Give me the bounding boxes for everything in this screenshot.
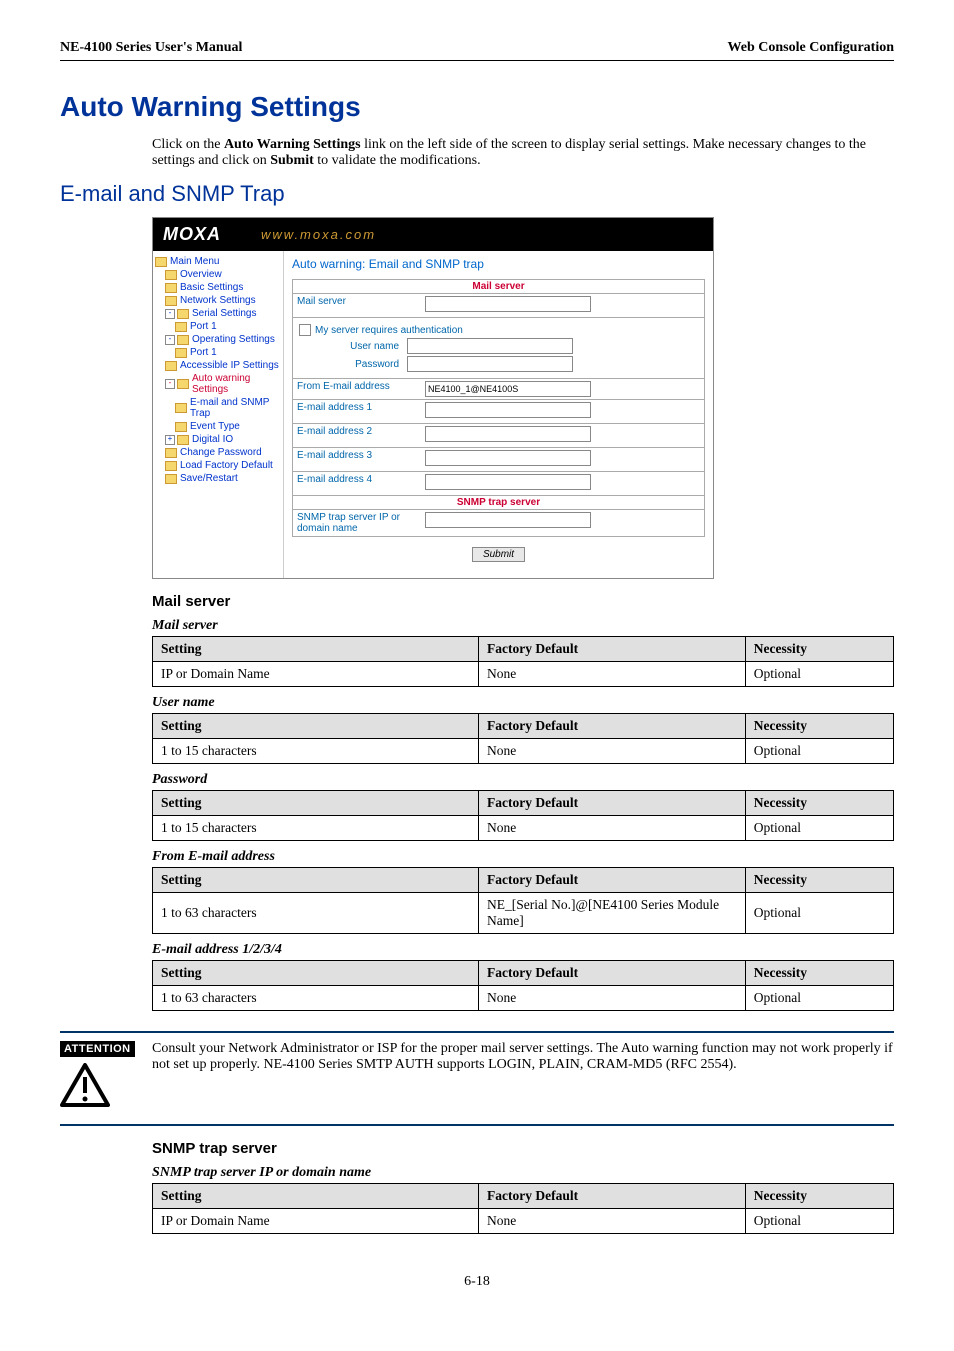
nav-network[interactable]: Network Settings <box>165 294 281 307</box>
page-number: 6-18 <box>60 1274 894 1290</box>
caption-emailaddr: E-mail address 1/2/3/4 <box>152 942 894 958</box>
input-e3[interactable] <box>425 450 591 466</box>
h3-snmp: SNMP trap server <box>152 1140 894 1157</box>
checkbox-auth[interactable] <box>299 324 311 336</box>
lbl-auth: My server requires authentication <box>315 325 463 336</box>
table-password: SettingFactory DefaultNecessity 1 to 15 … <box>152 790 894 841</box>
header-left: NE-4100 Series User's Manual <box>60 40 242 56</box>
caption-mailserver: Mail server <box>152 618 894 634</box>
folder-icon <box>165 296 177 306</box>
lbl-from: From E-mail address <box>293 379 421 399</box>
input-snmpip[interactable] <box>425 512 591 528</box>
nav-loadfactory[interactable]: Load Factory Default <box>165 459 281 472</box>
header-right: Web Console Configuration <box>728 40 894 56</box>
table-row: IP or Domain NameNoneOptional <box>153 1209 894 1234</box>
input-e1[interactable] <box>425 402 591 418</box>
console-screenshot: MOXA www.moxa.com Main Menu Overview Bas… <box>152 217 714 579</box>
nav-eventtype[interactable]: Event Type <box>175 420 281 433</box>
table-snmp: SettingFactory DefaultNecessity IP or Do… <box>152 1183 894 1234</box>
caption-username: User name <box>152 695 894 711</box>
section-mail-hdr: Mail server <box>292 279 705 294</box>
nav-serial[interactable]: -Serial Settings <box>165 307 281 320</box>
folder-icon <box>165 361 177 371</box>
folder-icon <box>165 270 177 280</box>
table-row: 1 to 63 charactersNoneOptional <box>153 986 894 1011</box>
folder-icon <box>175 348 187 358</box>
logo: MOXA <box>163 224 221 245</box>
table-row: 1 to 15 charactersNoneOptional <box>153 816 894 841</box>
attention-label: ATTENTION <box>60 1041 135 1057</box>
folder-icon <box>165 448 177 458</box>
collapse-icon[interactable]: - <box>165 335 175 345</box>
folder-icon <box>165 474 177 484</box>
expand-icon[interactable]: + <box>165 435 175 445</box>
nav-emailtrap[interactable]: E-mail and SNMP Trap <box>175 396 281 420</box>
table-mailserver: SettingFactory DefaultNecessity IP or Do… <box>152 636 894 687</box>
page-header: NE-4100 Series User's Manual Web Console… <box>60 40 894 61</box>
nav-saverestart[interactable]: Save/Restart <box>165 472 281 485</box>
lbl-e2: E-mail address 2 <box>293 424 421 447</box>
input-pass[interactable] <box>407 356 573 372</box>
caption-snmp: SNMP trap server IP or domain name <box>152 1165 894 1181</box>
folder-icon <box>165 283 177 293</box>
folder-icon <box>177 335 189 345</box>
nav-main[interactable]: Main Menu <box>155 255 281 268</box>
table-fromemail: SettingFactory DefaultNecessity 1 to 63 … <box>152 867 894 934</box>
h3-mailserver: Mail server <box>152 593 894 610</box>
collapse-icon[interactable]: - <box>165 309 175 319</box>
nav-operating[interactable]: -Operating Settings <box>165 333 281 346</box>
lbl-snmpip: SNMP trap server IP or domain name <box>293 510 421 536</box>
nav-digital[interactable]: +Digital IO <box>165 433 281 446</box>
collapse-icon[interactable]: - <box>165 379 175 389</box>
folder-icon <box>155 257 167 267</box>
lbl-e3: E-mail address 3 <box>293 448 421 471</box>
attention-block: ATTENTION Consult your Network Administr… <box>60 1031 894 1126</box>
table-row: IP or Domain NameNoneOptional <box>153 662 894 687</box>
nav-tree: Main Menu Overview Basic Settings Networ… <box>153 251 284 578</box>
nav-port1a[interactable]: Port 1 <box>175 320 281 333</box>
nav-changepw[interactable]: Change Password <box>165 446 281 459</box>
folder-icon <box>175 403 187 413</box>
table-row: 1 to 63 charactersNE_[Serial No.]@[NE410… <box>153 893 894 934</box>
attention-text: Consult your Network Administrator or IS… <box>152 1041 894 1112</box>
folder-icon <box>177 379 189 389</box>
heading-1: Auto Warning Settings <box>60 91 894 123</box>
heading-2: E-mail and SNMP Trap <box>60 181 894 207</box>
caption-password: Password <box>152 772 894 788</box>
folder-icon <box>177 309 189 319</box>
folder-icon <box>175 422 187 432</box>
main-panel: Auto warning: Email and SNMP trap Mail s… <box>284 251 713 578</box>
topbar: MOXA www.moxa.com <box>153 218 713 251</box>
panel-title: Auto warning: Email and SNMP trap <box>292 257 705 271</box>
intro-paragraph: Click on the Auto Warning Settings link … <box>152 137 894 169</box>
folder-icon <box>177 435 189 445</box>
submit-button[interactable]: Submit <box>472 547 525 562</box>
input-mailserver[interactable] <box>425 296 591 312</box>
folder-icon <box>175 322 187 332</box>
nav-port1b[interactable]: Port 1 <box>175 346 281 359</box>
table-username: SettingFactory DefaultNecessity 1 to 15 … <box>152 713 894 764</box>
nav-overview[interactable]: Overview <box>165 268 281 281</box>
folder-icon <box>165 461 177 471</box>
lbl-e4: E-mail address 4 <box>293 472 421 495</box>
lbl-e1: E-mail address 1 <box>293 400 421 423</box>
warning-icon <box>60 1063 152 1112</box>
nav-autowarn[interactable]: -Auto warning Settings <box>165 372 281 396</box>
nav-accessible[interactable]: Accessible IP Settings <box>165 359 281 372</box>
section-snmp-hdr: SNMP trap server <box>292 496 705 510</box>
lbl-mailserver: Mail server <box>293 294 421 317</box>
input-from[interactable]: NE4100_1@NE4100S <box>425 381 591 397</box>
input-e4[interactable] <box>425 474 591 490</box>
input-user[interactable] <box>407 338 573 354</box>
url: www.moxa.com <box>261 227 376 242</box>
table-emailaddr: SettingFactory DefaultNecessity 1 to 63 … <box>152 960 894 1011</box>
nav-basic[interactable]: Basic Settings <box>165 281 281 294</box>
table-row: 1 to 15 charactersNoneOptional <box>153 739 894 764</box>
input-e2[interactable] <box>425 426 591 442</box>
lbl-pass: Password <box>299 359 407 370</box>
lbl-user: User name <box>299 341 407 352</box>
caption-fromemail: From E-mail address <box>152 849 894 865</box>
